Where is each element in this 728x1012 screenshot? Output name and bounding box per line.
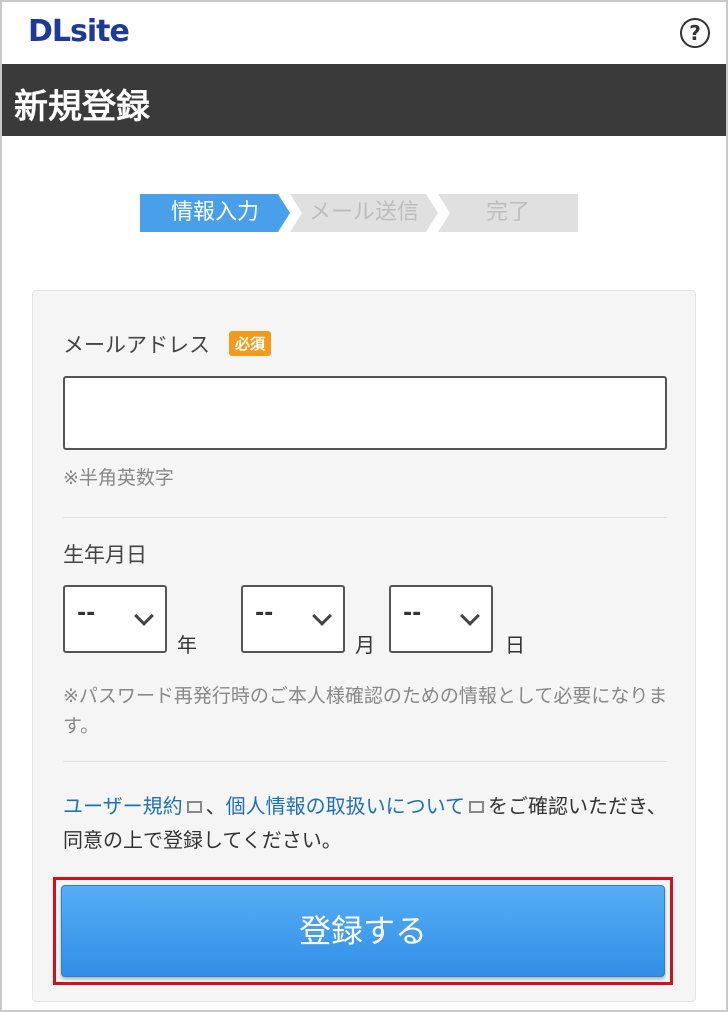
register-button[interactable]: 登録する xyxy=(61,885,665,977)
birthdate-hint: ※パスワード再発行時のご本人様確認のための情報として必要になります。 xyxy=(63,685,668,737)
birth-month-value: -- xyxy=(255,601,274,626)
email-input[interactable] xyxy=(63,376,667,450)
terms-notice: ユーザー規約 、個人情報の取扱いについて をご確認いただき、同意の上で登録してくださ… xyxy=(63,789,673,857)
top-bar: DLsite ? xyxy=(2,2,726,64)
month-unit: 月 xyxy=(355,633,375,657)
registration-window: DLsite ? 新規登録 情報入力 メール送信 完了 メールアドレス 必須 ※… xyxy=(0,0,728,1012)
dlsite-logo[interactable]: DLsite xyxy=(28,14,130,49)
required-badge: 必須 xyxy=(229,331,272,356)
chevron-down-icon xyxy=(312,606,332,626)
birth-day-select[interactable]: -- xyxy=(389,585,493,653)
page-title: 新規登録 xyxy=(14,87,150,127)
registration-form: メールアドレス 必須 ※半角英数字 生年月日 -- 年 -- 月 -- 日 ※パ… xyxy=(32,290,696,1002)
privacy-link[interactable]: 個人情報の取扱いについて xyxy=(226,794,465,818)
birthdate-label: 生年月日 xyxy=(63,543,147,567)
birth-month-select[interactable]: -- xyxy=(241,585,345,653)
terms-separator: 、 xyxy=(205,794,226,818)
title-bar: 新規登録 xyxy=(2,64,726,136)
step-mail-send: メール送信 xyxy=(290,194,438,232)
year-unit: 年 xyxy=(177,633,197,657)
chevron-down-icon xyxy=(134,606,154,626)
birth-year-value: -- xyxy=(77,601,96,626)
birth-year-select[interactable]: -- xyxy=(63,585,167,653)
terms-link[interactable]: ユーザー規約 xyxy=(63,794,183,818)
step-complete: 完了 xyxy=(438,194,578,232)
external-link-icon xyxy=(186,801,202,813)
chevron-down-icon xyxy=(460,606,480,626)
day-unit: 日 xyxy=(505,633,525,657)
step-info-input: 情報入力 xyxy=(140,194,290,232)
external-link-icon xyxy=(469,801,485,813)
email-hint: ※半角英数字 xyxy=(63,467,174,489)
help-icon[interactable]: ? xyxy=(680,18,710,48)
divider xyxy=(63,517,667,518)
birth-day-value: -- xyxy=(403,601,422,626)
progress-steps: 情報入力 メール送信 完了 xyxy=(140,194,580,232)
email-label: メールアドレス xyxy=(63,333,210,357)
divider xyxy=(63,761,667,762)
